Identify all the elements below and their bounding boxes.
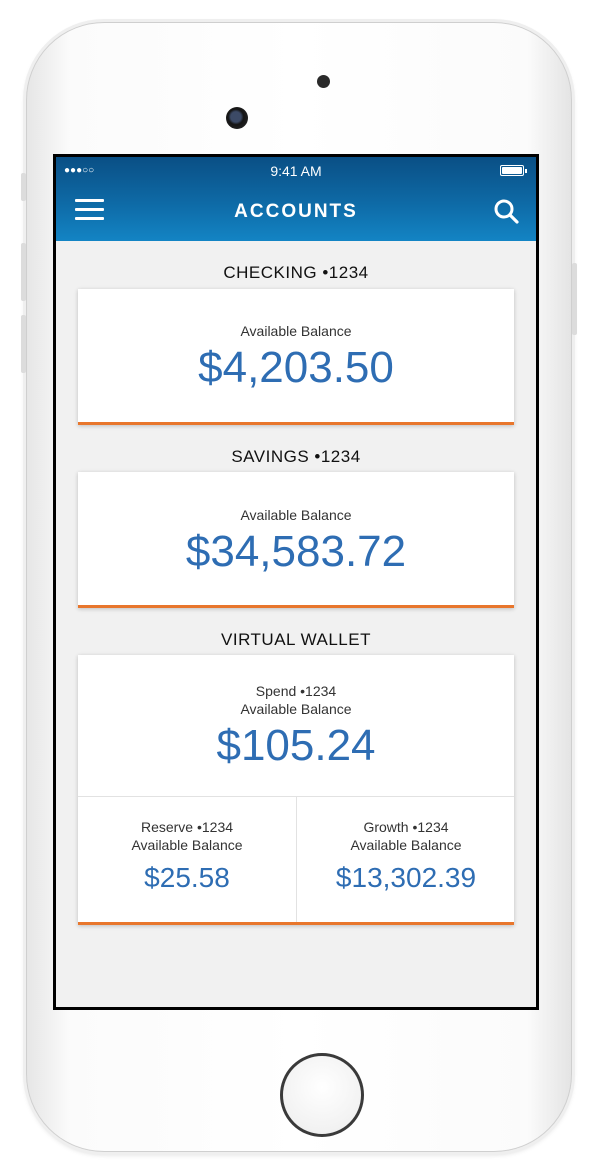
nav-bar: ●●●○○ 9:41 AM ACCOUNTS [56,157,536,241]
savings-balance: $34,583.72 [185,527,407,576]
battery-icon [500,165,527,176]
app-screen: ●●●○○ 9:41 AM ACCOUNTS CHECKING •1234 Av… [56,157,536,1007]
checking-heading: CHECKING •1234 [223,263,369,282]
home-button[interactable] [280,1053,364,1137]
status-time: 9:41 AM [270,163,322,179]
virtual-wallet-card: Spend •1234 Available Balance $105.24 Re… [78,655,514,925]
spend-account[interactable]: Spend •1234 Available Balance $105.24 [78,655,514,796]
search-icon[interactable] [493,198,519,224]
mute-switch [21,173,26,201]
reserve-account[interactable]: Reserve •1234 Available Balance $25.58 [78,818,296,894]
checking-account-card[interactable]: Available Balance $4,203.50 [78,289,514,425]
reserve-account-name: Reserve •1234 [140,819,234,835]
savings-heading: SAVINGS •1234 [231,447,361,466]
growth-account-name: Growth •1234 [363,819,449,835]
reserve-balance-label: Available Balance [131,837,243,853]
status-bar: ●●●○○ 9:41 AM [56,157,536,185]
savings-account-card[interactable]: Available Balance $34,583.72 [78,472,514,608]
checking-balance: $4,203.50 [198,343,394,392]
reserve-balance: $25.58 [144,862,230,893]
power-button [572,263,577,335]
spend-balance: $105.24 [216,721,376,770]
checking-balance-label: Available Balance [240,323,352,339]
savings-balance-label: Available Balance [240,507,352,523]
growth-balance-label: Available Balance [350,837,462,853]
phone-screen: ●●●○○ 9:41 AM ACCOUNTS CHECKING •1234 Av… [53,154,539,1010]
spend-account-name: Spend •1234 [255,683,337,699]
volume-down-button [21,315,26,373]
earpiece-speaker [317,75,330,88]
page-title: ACCOUNTS [234,201,358,222]
growth-balance: $13,302.39 [335,862,477,893]
spend-balance-label: Available Balance [240,701,352,717]
front-camera [226,107,248,129]
volume-up-button [21,243,26,301]
growth-account[interactable]: Growth •1234 Available Balance $13,302.3… [297,818,515,894]
virtual-wallet-heading: VIRTUAL WALLET [221,630,371,649]
